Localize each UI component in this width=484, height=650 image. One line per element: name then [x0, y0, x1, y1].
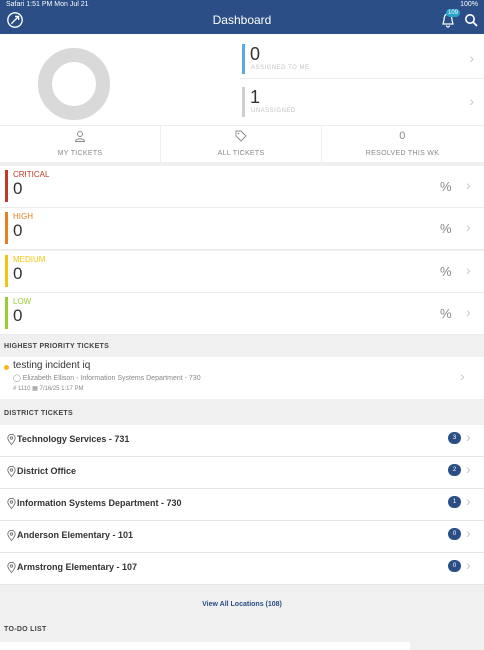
- chevron-right-icon: ›: [466, 304, 471, 320]
- priority-label: CRITICAL: [13, 170, 50, 179]
- chevron-right-icon: ›: [469, 50, 474, 66]
- priority-count: 0: [13, 221, 23, 240]
- location-row[interactable]: Technology Services - 731 3 ›: [0, 425, 484, 457]
- location-name: Technology Services - 731: [17, 434, 130, 444]
- battery-text: 100%: [460, 1, 478, 8]
- location-row[interactable]: Information Systems Department - 730 1 ›: [0, 489, 484, 521]
- chevron-right-icon: ›: [466, 219, 471, 235]
- location-count-badge: 1: [448, 496, 461, 508]
- priority-row-critical[interactable]: CRITICAL 0% ›: [0, 166, 484, 208]
- ticket-number: # 1110: [13, 386, 31, 392]
- assigned-count: 0: [250, 44, 261, 64]
- tab-resolved-this-week[interactable]: 0 RESOLVED THIS WK: [322, 126, 483, 163]
- priority-count: 0: [13, 179, 23, 198]
- highest-priority-heading: HIGHEST PRIORITY TICKETS: [0, 337, 484, 357]
- priority-count: 0: [13, 264, 23, 283]
- assigned-color-bar: [242, 44, 245, 74]
- notification-badge: 109: [446, 9, 461, 17]
- unassigned-row[interactable]: 1 UNASSIGNED ›: [240, 78, 484, 118]
- resolved-count: 0: [399, 130, 406, 142]
- user-circle-icon: ◯: [13, 375, 21, 382]
- chevron-right-icon: ›: [469, 93, 474, 109]
- ticket-title: testing incident iq: [13, 360, 91, 371]
- priority-percent: %: [440, 306, 452, 321]
- priority-color-bar: [5, 297, 8, 329]
- summary-tabs: MY TICKETS ALL TICKETS 0 RESOLVED THIS W…: [0, 125, 484, 163]
- ticket-summary: 0 ASSIGNED TO ME › 1 UNASSIGNED › MY TIC…: [0, 34, 484, 163]
- chevron-right-icon: ›: [466, 429, 471, 445]
- assigned-to-me-row[interactable]: 0 ASSIGNED TO ME ›: [240, 36, 484, 76]
- ticket-meta: # 1110 ▦ 7/16/25 1:17 PM: [13, 385, 84, 392]
- district-tickets-heading: DISTRICT TICKETS: [0, 404, 484, 424]
- priority-row-low[interactable]: LOW 0% ›: [0, 293, 484, 335]
- ticket-date: 7/16/25 1:17 PM: [39, 386, 84, 392]
- assigned-label: ASSIGNED TO ME: [251, 65, 310, 71]
- tab-my-tickets[interactable]: MY TICKETS: [0, 126, 161, 163]
- unassigned-label: UNASSIGNED: [251, 108, 296, 114]
- search-icon[interactable]: [464, 13, 478, 27]
- location-row[interactable]: District Office 2 ›: [0, 457, 484, 489]
- priority-label: LOW: [13, 297, 32, 306]
- location-pin-icon: [7, 562, 16, 573]
- nav-bar: Dashboard 109: [0, 9, 484, 34]
- location-count-badge: 2: [448, 464, 461, 476]
- chevron-right-icon: ›: [460, 368, 465, 384]
- location-count-badge: 3: [448, 432, 461, 444]
- todo-input[interactable]: [0, 642, 410, 650]
- location-row[interactable]: Armstrong Elementary - 107 0 ›: [0, 553, 484, 585]
- ticket-requester: ◯ Elizabeth Ellison - Information System…: [13, 374, 201, 382]
- priority-percent: %: [440, 264, 452, 279]
- location-pin-icon: [7, 498, 16, 509]
- location-name: Armstrong Elementary - 107: [17, 562, 138, 572]
- tab-all-tickets[interactable]: ALL TICKETS: [161, 126, 322, 163]
- tags-icon: [235, 130, 247, 142]
- priority-percent: %: [440, 179, 452, 194]
- chevron-right-icon: ›: [466, 461, 471, 477]
- location-pin-icon: [7, 530, 16, 541]
- all-tickets-label: ALL TICKETS: [217, 150, 265, 157]
- priority-label: MEDIUM: [13, 255, 46, 264]
- requester-text: Elizabeth Ellison - Information Systems …: [22, 375, 201, 382]
- priority-label: HIGH: [13, 212, 33, 221]
- status-time: 1:51 PM: [26, 1, 53, 8]
- location-pin-icon: [7, 466, 16, 477]
- location-count-badge: 0: [448, 528, 461, 540]
- priority-color-bar: [5, 212, 8, 244]
- resolved-label: RESOLVED THIS WK: [365, 150, 440, 157]
- location-name: District Office: [17, 466, 77, 476]
- priority-color-bar: [5, 255, 8, 287]
- chevron-right-icon: ›: [466, 177, 471, 193]
- page-title: Dashboard: [212, 13, 272, 27]
- location-row[interactable]: Anderson Elementary - 101 0 ›: [0, 521, 484, 553]
- location-pin-icon: [7, 434, 16, 445]
- my-tickets-label: MY TICKETS: [57, 150, 103, 157]
- status-date: Mon Jul 21: [54, 1, 89, 8]
- priority-row-high[interactable]: HIGH 0% ›: [0, 208, 484, 250]
- priority-color-bar: [5, 170, 8, 202]
- priority-dot: [4, 365, 9, 370]
- chevron-right-icon: ›: [466, 525, 471, 541]
- status-bar: Safari 1:51 PM Mon Jul 21 100%: [0, 0, 484, 10]
- location-count-badge: 0: [448, 560, 461, 572]
- chevron-right-icon: ›: [466, 557, 471, 573]
- calendar-icon: ▦: [32, 386, 38, 392]
- view-all-locations-link[interactable]: View All Locations (108): [0, 594, 484, 616]
- priority-row-medium[interactable]: MEDIUM 0% ›: [0, 251, 484, 293]
- user-icon: [75, 131, 85, 142]
- location-name: Anderson Elementary - 101: [17, 530, 134, 540]
- chevron-right-icon: ›: [466, 493, 471, 509]
- location-name: Information Systems Department - 730: [17, 498, 182, 508]
- unassigned-count: 1: [250, 87, 261, 107]
- chevron-right-icon: ›: [466, 262, 471, 278]
- ticket-donut-chart: [38, 48, 110, 120]
- status-carrier: Safari: [6, 1, 25, 8]
- ticket-row[interactable]: testing incident iq ◯ Elizabeth Ellison …: [0, 357, 484, 399]
- priority-percent: %: [440, 221, 452, 236]
- priority-count: 0: [13, 306, 23, 325]
- todo-heading: TO-DO LIST: [0, 620, 484, 640]
- unassigned-color-bar: [242, 87, 245, 117]
